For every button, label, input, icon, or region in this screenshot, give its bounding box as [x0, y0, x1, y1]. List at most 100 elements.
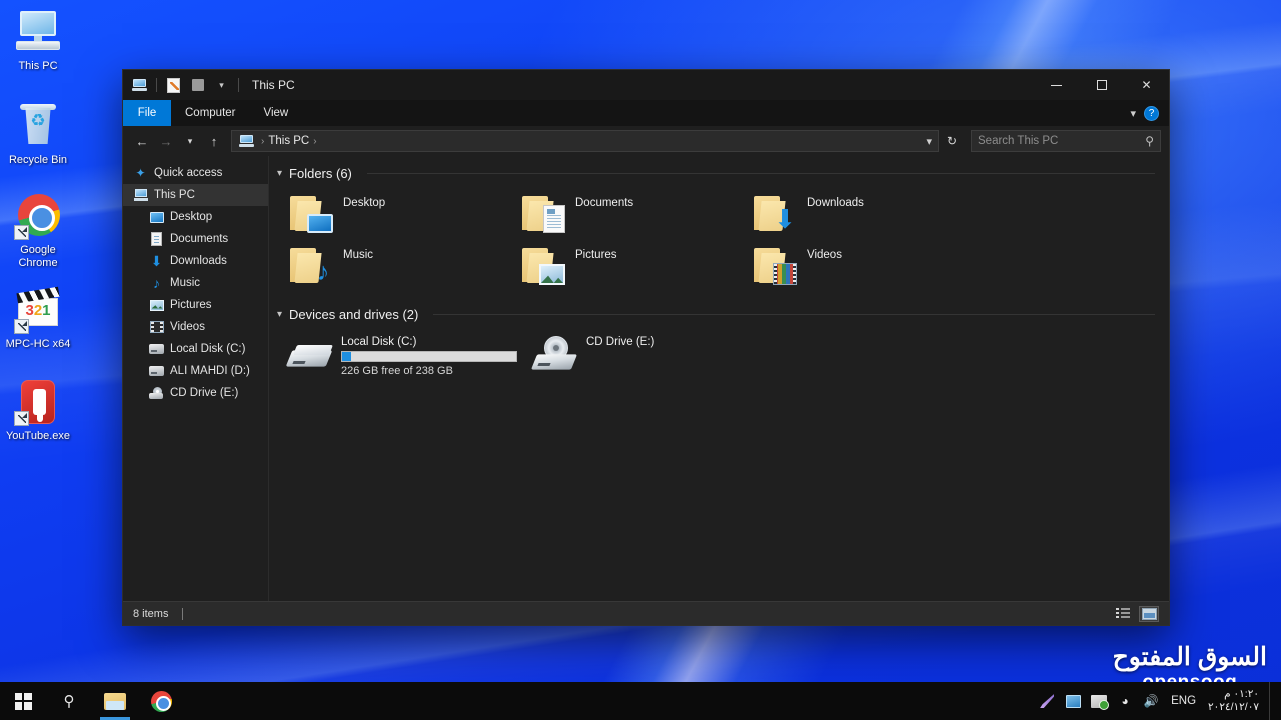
close-button[interactable]: ✕ — [1124, 70, 1169, 100]
folders-group-title: Folders (6) — [289, 166, 352, 181]
pictures-icon — [149, 298, 164, 313]
content-pane[interactable]: ▾ Folders (6) Desktop Documents ⬇ Downlo… — [269, 156, 1169, 601]
desktop-icon-this-pc[interactable]: This PC — [0, 8, 76, 73]
shortcut-arrow-icon — [14, 411, 29, 426]
start-button[interactable] — [0, 682, 46, 720]
recent-locations-icon[interactable]: ▾ — [179, 130, 201, 152]
sidebar-item-music[interactable]: ♪ Music — [123, 272, 268, 294]
drives-grid: Local Disk (C:) 226 GB free of 238 GB CD… — [277, 324, 1155, 379]
title-bar[interactable]: ▾ This PC ✕ — [123, 70, 1169, 100]
folder-tile-pictures[interactable]: Pictures — [517, 243, 749, 295]
folder-desktop-icon — [289, 193, 333, 233]
folder-tile-music[interactable]: ♪ Music — [285, 243, 517, 295]
taskbar-chrome-button[interactable] — [138, 682, 184, 720]
folder-tile-downloads[interactable]: ⬇ Downloads — [749, 191, 981, 243]
desktop-icon-mpc-hc[interactable]: 321 MPC-HC x64 — [0, 286, 76, 351]
sidebar-item-videos[interactable]: Videos — [123, 316, 268, 338]
sidebar-item-cd-drive-e[interactable]: CD Drive (E:) — [123, 382, 268, 404]
videos-icon — [149, 320, 164, 335]
chevron-down-icon[interactable]: ▾ — [1130, 107, 1136, 120]
folder-tile-videos[interactable]: Videos — [749, 243, 981, 295]
up-button[interactable]: ↑ — [203, 130, 225, 152]
details-view-icon[interactable] — [1113, 606, 1133, 622]
desktop-icon-recycle-bin[interactable]: Recycle Bin — [0, 102, 76, 167]
sidebar-item-label: Music — [170, 277, 201, 289]
search-icon[interactable]: ⚲ — [1145, 134, 1154, 148]
breadcrumb-this-pc[interactable]: This PC — [268, 135, 309, 147]
shortcut-arrow-icon — [14, 225, 29, 240]
tab-view[interactable]: View — [250, 100, 303, 126]
folder-tile-documents[interactable]: Documents — [517, 191, 749, 243]
folder-tile-label: Videos — [807, 249, 842, 261]
address-bar[interactable]: › This PC › ▾ — [231, 130, 939, 152]
forward-button[interactable]: → — [155, 130, 177, 152]
item-count-label: 8 items — [133, 607, 169, 620]
show-desktop-button[interactable] — [1269, 682, 1275, 720]
window-controls: ✕ — [1034, 70, 1169, 100]
start-icon — [14, 692, 32, 710]
clock-time: ٠١:٢٠ م — [1224, 688, 1259, 700]
drive-icon — [149, 342, 164, 357]
folder-downloads-icon: ⬇ — [753, 193, 797, 233]
sidebar-item-downloads[interactable]: ⬇ Downloads — [123, 250, 268, 272]
folder-tile-label: Desktop — [343, 197, 386, 209]
this-pc-icon[interactable] — [129, 75, 150, 96]
minimize-button[interactable] — [1034, 70, 1079, 100]
clock[interactable]: ٠١:٢٠ م ٢٠٢٤/١٢/٠٧ — [1204, 688, 1267, 714]
capacity-bar — [341, 351, 517, 362]
desktop-icon-youtube-exe[interactable]: YouTube.exe — [0, 378, 76, 443]
maximize-button[interactable] — [1079, 70, 1124, 100]
sidebar-item-desktop[interactable]: Desktop — [123, 206, 268, 228]
language-indicator[interactable]: ENG — [1165, 682, 1202, 720]
sidebar-item-pictures[interactable]: Pictures — [123, 294, 268, 316]
sidebar-item-quick-access[interactable]: ✦ Quick access — [123, 162, 268, 184]
volume-icon[interactable]: 🔊 — [1139, 682, 1163, 720]
drive-tile-cd-drive-e[interactable]: CD Drive (E:) — [530, 330, 775, 379]
chevron-down-icon[interactable]: ▾ — [277, 168, 282, 179]
address-dropdown-icon[interactable]: ▾ — [926, 135, 932, 148]
sidebar-item-ali-mahdi-d[interactable]: ALI MAHDI (D:) — [123, 360, 268, 382]
shortcut-arrow-icon — [14, 319, 29, 334]
sidebar-item-label: Local Disk (C:) — [170, 343, 246, 355]
window-title: This PC — [252, 78, 295, 92]
properties-icon[interactable] — [163, 75, 184, 96]
chevron-down-icon[interactable]: ▾ — [277, 309, 282, 320]
new-folder-icon[interactable] — [187, 75, 208, 96]
folder-tile-desktop[interactable]: Desktop — [285, 191, 517, 243]
search-box[interactable]: Search This PC ⚲ — [971, 130, 1161, 152]
tab-file[interactable]: File — [123, 100, 171, 126]
drive-tile-local-disk-c[interactable]: Local Disk (C:) 226 GB free of 238 GB — [285, 330, 530, 379]
sidebar-item-label: Quick access — [154, 167, 223, 179]
customize-chevron-icon[interactable]: ▾ — [211, 75, 232, 96]
capacity-bar-fill — [342, 352, 351, 361]
large-icons-view-icon[interactable] — [1139, 605, 1159, 622]
taskbar: ⚲ ◕ 🔊 ENG ٠١:٢٠ م ٢٠٢٤/١٢/٠٧ — [0, 682, 1281, 720]
sidebar-item-documents[interactable]: Documents — [123, 228, 268, 250]
pen-icon[interactable] — [1035, 682, 1059, 720]
breadcrumb-separator[interactable]: › — [313, 136, 316, 147]
blue-app-icon[interactable] — [1061, 682, 1085, 720]
taskbar-search-button[interactable]: ⚲ — [46, 682, 92, 720]
file-explorer-window: ▾ This PC ✕ File Computer View ▾ ? ← → ▾… — [122, 69, 1170, 626]
desktop-icon-label: Recycle Bin — [8, 154, 68, 166]
tab-computer[interactable]: Computer — [171, 100, 250, 126]
battery-icon[interactable] — [1087, 682, 1111, 720]
desktop-icon-google-chrome[interactable]: Google Chrome — [0, 192, 76, 270]
toolbar-divider — [238, 78, 239, 92]
sidebar-item-this-pc[interactable]: This PC — [123, 184, 268, 206]
sidebar-item-local-disk-c[interactable]: Local Disk (C:) — [123, 338, 268, 360]
folder-tile-label: Downloads — [807, 197, 864, 209]
back-button[interactable]: ← — [131, 130, 153, 152]
desktop-icon-label: This PC — [18, 60, 58, 72]
refresh-button[interactable]: ↻ — [941, 130, 963, 152]
breadcrumb-separator: › — [261, 135, 265, 147]
desktop-icon-label: YouTube.exe — [5, 430, 71, 442]
navigation-pane[interactable]: ✦ Quick access This PC Desktop Documents… — [123, 156, 269, 601]
taskbar-file-explorer-button[interactable] — [92, 682, 138, 720]
drives-group-header[interactable]: ▾ Devices and drives (2) — [277, 307, 1155, 322]
network-icon[interactable]: ◕ — [1113, 682, 1137, 720]
help-button[interactable]: ? — [1144, 105, 1159, 121]
clock-date: ٢٠٢٤/١٢/٠٧ — [1208, 701, 1259, 713]
search-input[interactable]: Search This PC — [978, 135, 1145, 147]
folders-group-header[interactable]: ▾ Folders (6) — [277, 166, 1155, 181]
